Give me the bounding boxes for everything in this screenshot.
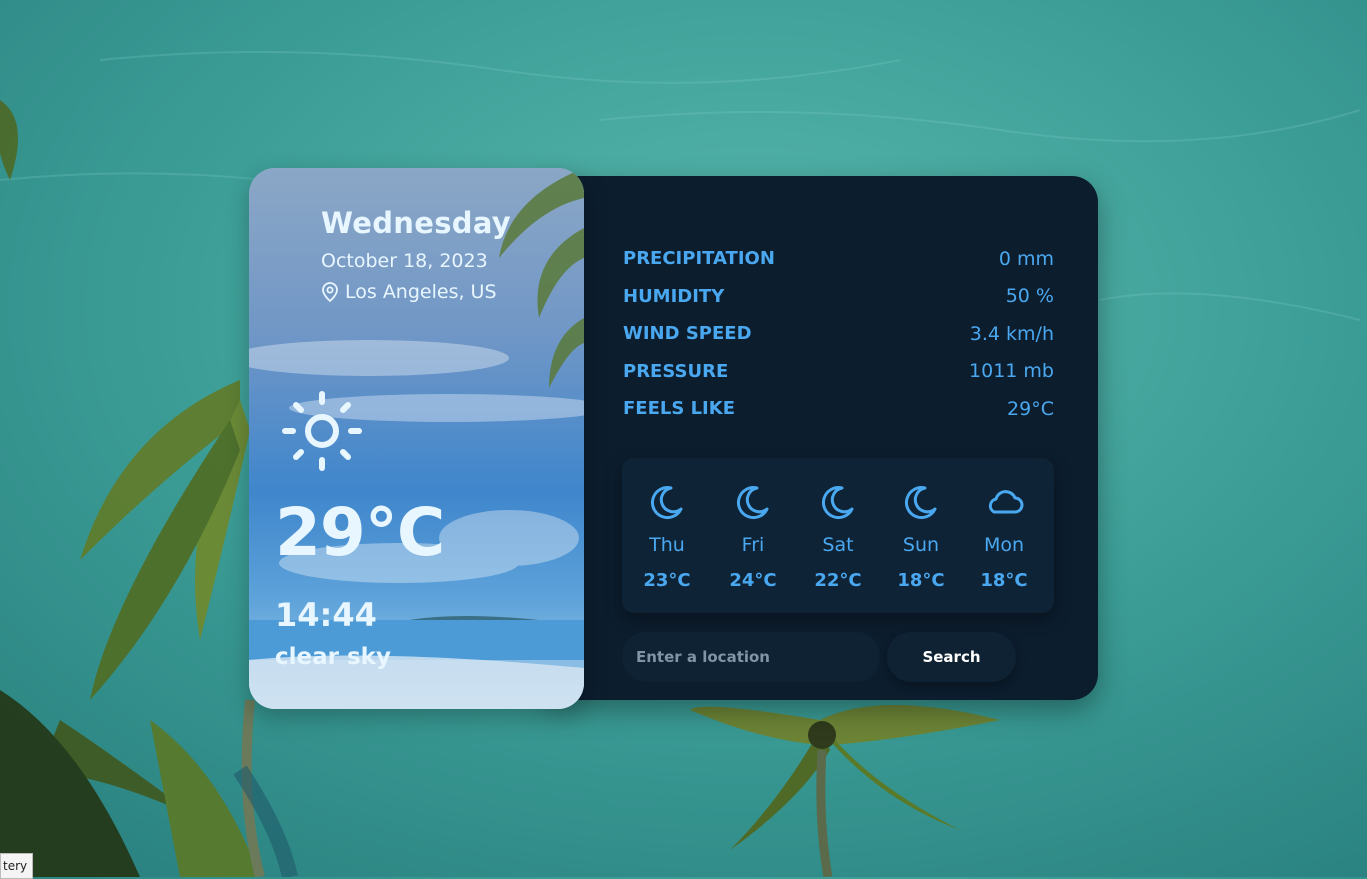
weather-details-panel: PRECIPITATION 0 mm HUMIDITY 50 % WIND SP… <box>540 176 1098 700</box>
forecast-day: Fri 24°C <box>718 458 788 591</box>
forecast-day-label: Sat <box>822 534 854 556</box>
stats-list: PRECIPITATION 0 mm HUMIDITY 50 % WIND SP… <box>623 240 1054 428</box>
stat-value: 3.4 km/h <box>969 322 1054 345</box>
current-temperature: 29°C <box>275 494 445 571</box>
stat-label: WIND SPEED <box>623 323 752 345</box>
forecast-day: Thu 23°C <box>632 458 702 591</box>
forecast-day: Sun 18°C <box>886 458 956 591</box>
search-button[interactable]: Search <box>887 632 1016 682</box>
stat-value: 29°C <box>1007 397 1054 420</box>
forecast-day: Sat 22°C <box>803 458 873 591</box>
moon-icon <box>651 486 683 520</box>
forecast-day-temp: 23°C <box>643 570 691 591</box>
stat-row-wind-speed: WIND SPEED 3.4 km/h <box>623 315 1054 353</box>
location-pin-icon <box>322 282 338 302</box>
location-text: Los Angeles, US <box>345 281 497 303</box>
stat-value: 1011 mb <box>969 360 1054 383</box>
moon-icon <box>905 486 937 520</box>
stat-row-pressure: PRESSURE 1011 mb <box>623 353 1054 391</box>
forecast-day-temp: 18°C <box>897 570 945 591</box>
stat-value: 50 % <box>1005 285 1054 308</box>
forecast-day-temp: 22°C <box>814 570 862 591</box>
forecast-day-temp: 18°C <box>980 570 1028 591</box>
stat-label: FEELS LIKE <box>623 398 735 420</box>
date-text: October 18, 2023 <box>321 250 488 272</box>
weekday-heading: Wednesday <box>321 206 511 240</box>
stat-label: PRECIPITATION <box>623 248 775 270</box>
stat-value: 0 mm <box>998 247 1054 270</box>
moon-icon <box>737 486 769 520</box>
current-weather-card: Wednesday October 18, 2023 Los Angeles, … <box>249 168 584 709</box>
cloud-icon <box>988 490 1024 514</box>
forecast-day-label: Thu <box>649 534 685 556</box>
weather-condition: clear sky <box>275 644 391 670</box>
forecast-day-temp: 24°C <box>729 570 777 591</box>
stat-row-feels-like: FEELS LIKE 29°C <box>623 390 1054 428</box>
moon-icon <box>822 486 854 520</box>
forecast-day-label: Mon <box>983 534 1025 556</box>
current-time: 14:44 <box>275 596 377 634</box>
stat-label: HUMIDITY <box>623 285 725 307</box>
forecast-day-label: Fri <box>741 534 765 556</box>
location-search-input[interactable] <box>622 632 880 682</box>
sun-icon <box>282 391 362 471</box>
stat-row-precipitation: PRECIPITATION 0 mm <box>623 240 1054 278</box>
stat-label: PRESSURE <box>623 360 729 382</box>
forecast-day: Mon 18°C <box>969 458 1039 591</box>
status-tooltip: tery <box>0 853 34 879</box>
forecast-day-label: Sun <box>902 534 940 556</box>
location-row: Los Angeles, US <box>321 281 497 303</box>
stat-row-humidity: HUMIDITY 50 % <box>623 278 1054 316</box>
forecast-strip: Thu 23°C Fri 24°C Sat 22°C Sun 18°C Mon … <box>622 458 1054 613</box>
